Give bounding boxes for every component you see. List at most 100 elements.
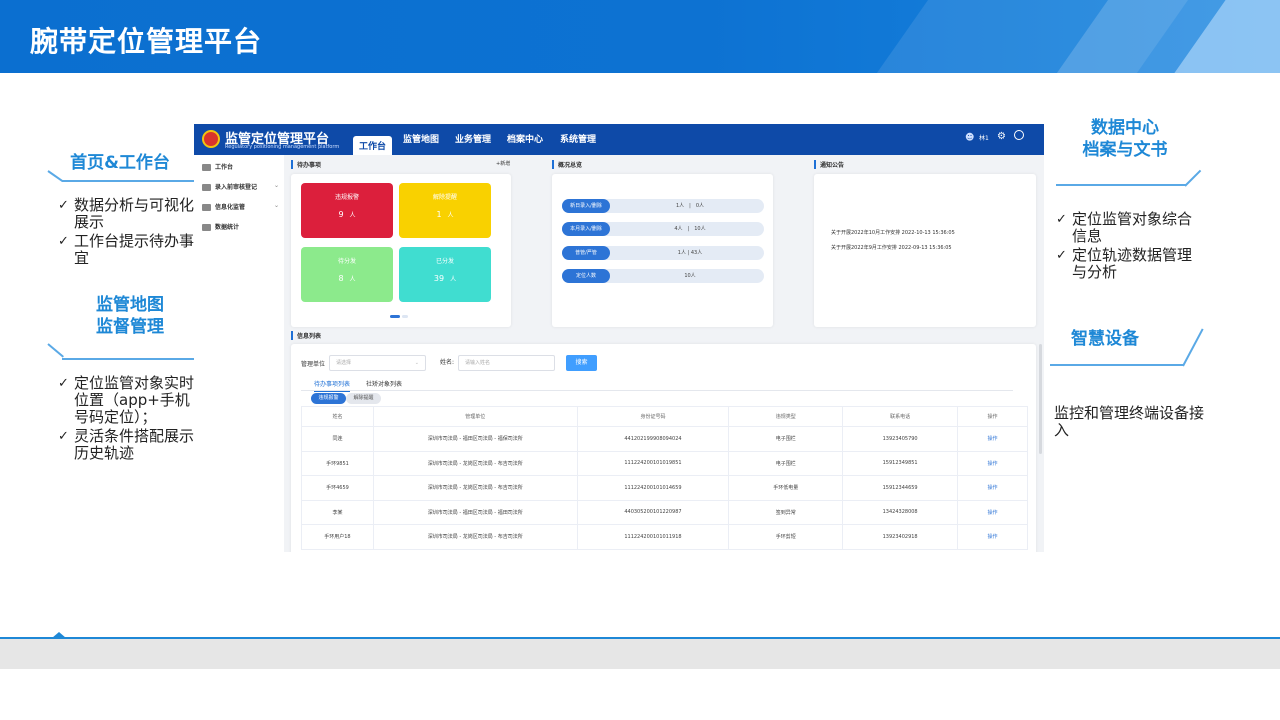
sidebar-item-statistics[interactable]: 数据统计 [202, 222, 239, 231]
table-cell: 111224200101014659 [576, 475, 730, 501]
unit-label: 管理单位 [301, 361, 326, 368]
sidebar-item-info-supervision[interactable]: 信息化监管 ⌄ [202, 202, 279, 211]
caption-divider [62, 358, 194, 360]
overview-section-title: 概况总览 [552, 160, 582, 169]
sidebar-item-workbench[interactable]: 工作台 [202, 162, 233, 171]
filter-pill-release[interactable]: 解除提醒 [346, 393, 381, 404]
scrollbar[interactable] [1039, 344, 1042, 454]
table-cell: 手环剪短 [728, 524, 844, 550]
table-cell: 手环用户18 [301, 524, 374, 550]
info-section-title: 信息列表 [291, 331, 321, 340]
table-row: 手环用户18 深圳市司法局 - 龙岗区司法局 - 布吉司法所 111224200… [301, 524, 1028, 550]
filter-pill-alarm[interactable]: 违规报警 [311, 393, 346, 404]
caption-data-title: 数据中心 档案与文书 [1082, 118, 1168, 160]
table-cell: 441202199908094024 [576, 426, 730, 452]
overview-row: 本月录入/删除 4人 | 10人 [562, 222, 764, 236]
todo-section-title: 待办事项 [291, 160, 321, 169]
list-item: ✓ 数据分析与可视化展示 [58, 197, 194, 231]
column-header: 管理单位 [372, 406, 578, 427]
table-cell: 13923402918 [842, 524, 959, 550]
table-cell: 111224200101019851 [576, 450, 730, 476]
todo-tile-pending[interactable]: 待分发 8人 [301, 247, 393, 302]
table-cell: 电子围栏 [728, 450, 844, 476]
tab-system[interactable]: 系统管理 [560, 132, 596, 145]
tab-archive[interactable]: 档案中心 [507, 132, 543, 145]
caption-map-title: 监管地图 监督管理 [96, 295, 164, 337]
unit-select[interactable]: 请选择 ⌄ [329, 355, 426, 371]
notice-item[interactable]: 关于开展2022年9月工作安排 2022-09-13 15:36:05 [831, 244, 952, 251]
home-icon [202, 184, 211, 191]
table-header-row: 姓名 管理单位 身份证号码 违规类型 联系电话 操作 [301, 406, 1028, 427]
tab-divider [301, 390, 1013, 391]
row-action-link[interactable]: 操作 [957, 450, 1028, 476]
table-row: 手环4659 深圳市司法局 - 龙岗区司法局 - 布吉司法所 111224200… [301, 475, 1028, 501]
carousel-dot-active[interactable] [390, 315, 400, 318]
table-cell: 15912349851 [842, 450, 959, 476]
name-input[interactable]: 请输入姓名 [458, 355, 555, 371]
caption-device-title: 智慧设备 [1071, 329, 1139, 349]
user-name[interactable]: 林1 [979, 133, 989, 142]
check-icon: ✓ [58, 376, 69, 391]
slide-title: 腕带定位管理平台 [30, 25, 263, 58]
caption-divider [47, 343, 64, 358]
tab-subject-list[interactable]: 社矫对象列表 [366, 379, 402, 388]
caption-data-list: ✓ 定位监管对象综合信息 ✓ 定位轨迹数据管理与分析 [1056, 211, 1206, 283]
check-icon: ✓ [1056, 248, 1067, 263]
check-icon: ✓ [1056, 212, 1067, 227]
table-cell: 13424328008 [842, 499, 959, 525]
tab-map[interactable]: 监管地图 [403, 132, 439, 145]
notice-item[interactable]: 关于开展2022年10月工作安排 2022-10-13 15:36:05 [831, 229, 955, 236]
search-button[interactable]: 搜索 [566, 355, 597, 371]
app-subtitle: Regulatory positioning management platfo… [225, 144, 340, 150]
footer-band [0, 639, 1280, 669]
add-todo-button[interactable]: +新增 [496, 160, 510, 167]
carousel-dot[interactable] [402, 315, 408, 318]
gear-icon[interactable]: ⚙ [997, 131, 1006, 142]
table-cell: 15912344659 [842, 475, 959, 501]
row-action-link[interactable]: 操作 [957, 499, 1028, 525]
column-header: 操作 [957, 406, 1028, 427]
overview-row: 新日录入/删除 1人 | 0人 [562, 199, 764, 213]
caption-divider [1182, 328, 1204, 367]
row-action-link[interactable]: 操作 [957, 475, 1028, 501]
table-cell: 手环低电量 [728, 475, 844, 501]
caption-divider [1050, 364, 1184, 366]
check-icon: ✓ [58, 198, 69, 213]
document-icon [202, 224, 211, 231]
chevron-down-icon: ⌄ [274, 182, 280, 189]
tab-workbench[interactable]: 工作台 [353, 136, 393, 155]
info-card: 管理单位 请选择 ⌄ 姓名: 请输入姓名 搜索 待办事项列表 社矫对象列表 违规… [291, 344, 1036, 552]
table-row: 手环9851 深圳市司法局 - 龙岗区司法局 - 布吉司法所 111224200… [301, 450, 1028, 476]
overview-row: 定位人数 10人 [562, 269, 764, 283]
app-sidebar: 工作台 录入前审核登记 ⌄ 信息化监管 ⌄ 数据统计 [194, 155, 284, 552]
column-header: 联系电话 [842, 406, 959, 427]
table-cell: 电子围栏 [728, 426, 844, 452]
tab-business[interactable]: 业务管理 [455, 132, 491, 145]
caption-divider [1056, 184, 1186, 186]
row-action-link[interactable]: 操作 [957, 524, 1028, 550]
check-icon: ✓ [58, 234, 69, 249]
caption-divider [62, 180, 194, 182]
table-cell: 440305200101220987 [576, 499, 730, 525]
chevron-down-icon: ⌄ [274, 202, 280, 209]
todo-tile-alarm[interactable]: 违规报警 9人 [301, 183, 393, 238]
caption-home-title: 首页&工作台 [70, 153, 170, 173]
list-item: ✓ 定位监管对象实时位置（app+手机号码定位）； [58, 375, 194, 426]
user-icon[interactable]: ☻ [965, 133, 974, 143]
todo-tile-release[interactable]: 解除提醒 1人 [399, 183, 491, 238]
row-action-link[interactable]: 操作 [957, 426, 1028, 452]
overview-row: 普管/严管 1人 | 43人 [562, 246, 764, 260]
table-cell: 深圳市司法局 - 龙岗区司法局 - 布吉司法所 [372, 524, 578, 550]
column-header: 身份证号码 [576, 406, 730, 427]
table-cell: 13923405790 [842, 426, 959, 452]
check-icon: ✓ [58, 429, 69, 444]
app-top-bar: 监管定位管理平台 Regulatory positioning manageme… [194, 124, 1044, 155]
column-header: 姓名 [301, 406, 374, 427]
notice-card: 关于开展2022年10月工作安排 2022-10-13 15:36:05 关于开… [814, 174, 1036, 327]
logout-icon[interactable] [1014, 130, 1024, 140]
list-item: ✓ 定位监管对象综合信息 [1056, 210, 1193, 245]
sidebar-item-entry-review[interactable]: 录入前审核登记 ⌄ [202, 182, 279, 191]
table-cell: 签到异常 [728, 499, 844, 525]
todo-tile-distributed[interactable]: 已分发 39 人 [399, 247, 491, 302]
overview-card: 新日录入/删除 1人 | 0人 本月录入/删除 4人 | 10人 普管/严管 1人 |… [552, 174, 773, 327]
